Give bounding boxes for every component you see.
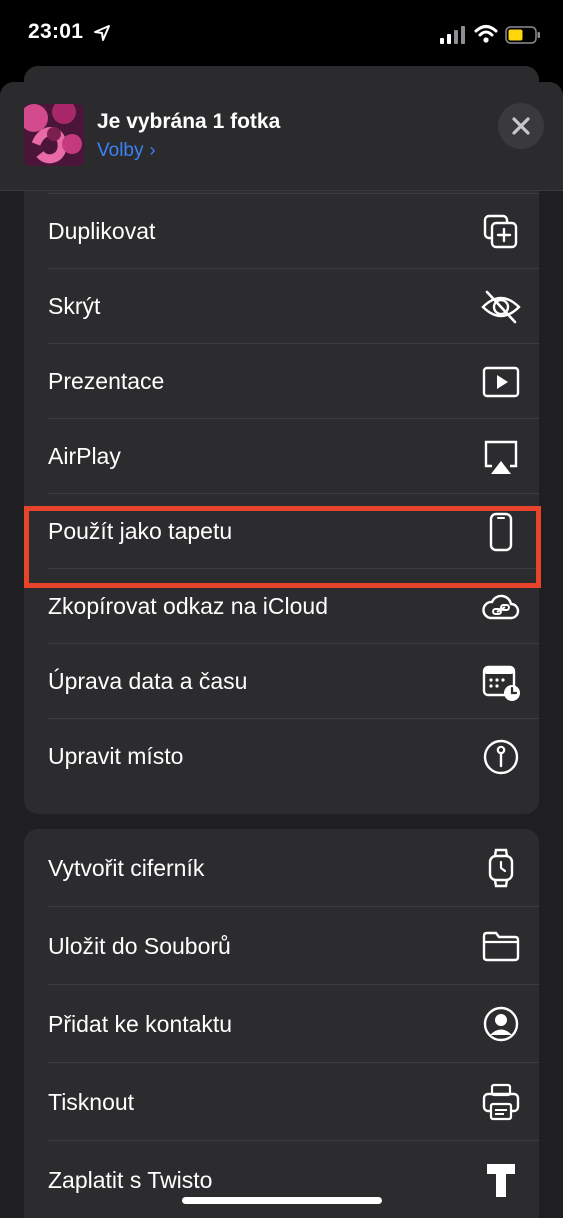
close-icon (512, 117, 530, 135)
action-row-airplay[interactable]: AirPlay (24, 419, 539, 494)
printer-icon (482, 1083, 520, 1121)
airplay-icon (484, 440, 518, 474)
action-label: Prezentace (48, 368, 165, 394)
action-row-create-watch-face[interactable]: Vytvořit ciferník (24, 829, 539, 907)
close-button[interactable] (498, 103, 544, 149)
action-label: Duplikovat (48, 218, 156, 244)
chevron-right-icon: › (149, 140, 156, 160)
action-row-pay-with-twisto[interactable]: Zaplatit s Twisto (24, 1141, 539, 1218)
watch-icon (488, 848, 514, 888)
share-sheet-header: Je vybrána 1 fotka Volby › (0, 82, 563, 191)
options-label: Volby (97, 140, 144, 161)
iphone-icon (489, 512, 513, 552)
action-row-adjust-location[interactable]: Upravit místo (24, 719, 539, 794)
action-label: Úprava data a času (48, 668, 248, 694)
action-label: Skrýt (48, 293, 101, 319)
action-row-save-to-files[interactable]: Uložit do Souborů (24, 907, 539, 985)
location-info-icon (483, 739, 519, 775)
action-label: Přidat ke kontaktu (48, 1011, 233, 1037)
action-label: Zaplatit s Twisto (48, 1167, 213, 1193)
folder-icon (482, 931, 520, 962)
play-rectangle-icon (482, 366, 520, 398)
action-label: Tisknout (48, 1089, 135, 1115)
action-row-print[interactable]: Tisknout (24, 1063, 539, 1141)
header-title: Je vybrána 1 fotka (97, 110, 281, 133)
wifi-icon (474, 25, 498, 43)
cellular-signal-icon (440, 26, 465, 44)
action-row-hide[interactable]: Skrýt (24, 269, 539, 344)
cloud-link-icon (482, 594, 520, 620)
calendar-clock-icon (482, 665, 520, 701)
actions-group-1: Duplikovat Skrýt Prezentace AirPlay Použ… (24, 152, 539, 814)
share-sheet: Je vybrána 1 fotka Volby › Duplikovat Skr… (0, 82, 563, 1218)
duplicate-icon (483, 214, 518, 249)
action-row-adjust-date-time[interactable]: Úprava data a času (24, 644, 539, 719)
action-label: Použít jako tapetu (48, 518, 233, 544)
home-indicator (182, 1197, 382, 1204)
action-row-use-as-wallpaper[interactable]: Použít jako tapetu (24, 494, 539, 569)
action-label: AirPlay (48, 443, 121, 469)
action-row-duplicate[interactable]: Duplikovat (24, 194, 539, 269)
action-label: Zkopírovat odkaz na iCloud (48, 593, 328, 619)
photo-thumbnail (24, 104, 84, 166)
status-time: 23:01 (28, 20, 84, 43)
action-label: Vytvořit ciferník (48, 855, 205, 881)
person-circle-icon (483, 1006, 519, 1042)
action-row-add-to-contact[interactable]: Přidat ke kontaktu (24, 985, 539, 1063)
twisto-t-icon (487, 1164, 515, 1197)
eye-slash-icon (481, 290, 521, 324)
action-row-copy-icloud-link[interactable]: Zkopírovat odkaz na iCloud (24, 569, 539, 644)
actions-group-2: Vytvořit ciferník Uložit do Souborů Přid… (24, 829, 539, 1218)
action-row-slideshow[interactable]: Prezentace (24, 344, 539, 419)
status-bar: 23:01 (0, 0, 563, 70)
location-arrow-icon (94, 25, 110, 41)
action-label: Uložit do Souborů (48, 933, 231, 959)
options-link[interactable]: Volby › (97, 140, 155, 162)
action-label: Upravit místo (48, 743, 184, 769)
battery-icon (505, 26, 540, 44)
